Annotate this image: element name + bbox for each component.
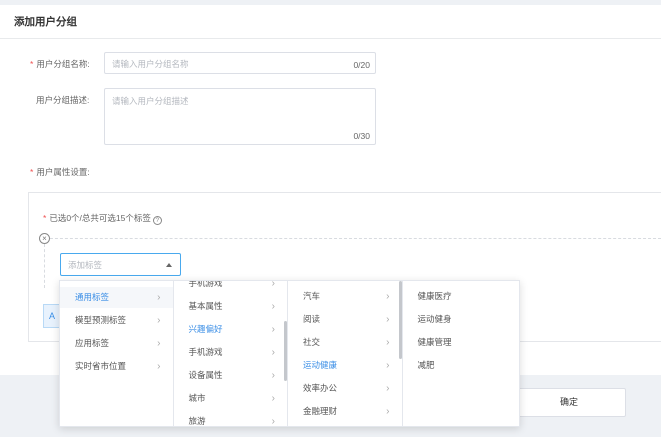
chevron-right-icon: › xyxy=(271,416,275,426)
chevron-right-icon: › xyxy=(157,361,161,372)
cascader-option-label: 城市 xyxy=(188,393,206,403)
page-title: 添加用户分组 xyxy=(14,16,77,28)
cascader-option-label: 设备属性 xyxy=(188,370,223,380)
user-attr-label: * 用户属性设置: xyxy=(30,167,90,177)
condition-connector xyxy=(44,244,45,288)
scrollbar[interactable] xyxy=(284,321,287,381)
caret-up-icon xyxy=(166,263,172,267)
title-divider xyxy=(0,38,661,39)
chevron-right-icon: › xyxy=(157,315,161,326)
add-tag-placeholder: 添加标签 xyxy=(68,260,103,270)
chevron-right-icon: › xyxy=(271,393,275,404)
cascader-option[interactable]: 效率办公 › xyxy=(288,378,402,399)
add-tag-select[interactable]: 添加标签 xyxy=(60,253,181,276)
cascader-option-label: 效率办公 xyxy=(303,383,338,393)
cascader-option[interactable]: 健康医疗 xyxy=(403,286,519,307)
cascader-option-label: 实时省市位置 xyxy=(75,361,127,371)
cascader-option[interactable]: 减肥 xyxy=(403,355,519,376)
cascader-option-label: 运动健身 xyxy=(417,314,452,324)
cascader-option-label: 减肥 xyxy=(417,360,435,370)
cascader-option[interactable]: 设备属性 › xyxy=(174,365,288,386)
group-desc-counter: 0/30 xyxy=(353,131,370,141)
group-name-placeholder: 请输入用户分组名称 xyxy=(112,59,189,69)
cascader-option[interactable]: 购物› xyxy=(288,424,402,426)
cascader-option[interactable]: 运动健身 xyxy=(403,309,519,330)
chevron-right-icon: › xyxy=(271,370,275,381)
chevron-right-icon: › xyxy=(386,314,390,325)
cascader-option-label: 社交 xyxy=(303,337,321,347)
cascader-option-label: 健康管理 xyxy=(417,337,452,347)
group-desc-textarea[interactable]: 请输入用户分组描述 0/30 xyxy=(104,88,376,145)
cascader-option[interactable]: 应用标签 › xyxy=(60,333,173,354)
cascader-option-label: 旅游 xyxy=(188,416,206,426)
cascader-option-label: 应用标签 xyxy=(75,338,110,348)
scrollbar[interactable] xyxy=(398,281,402,359)
chevron-right-icon: › xyxy=(386,360,390,371)
required-mark: * xyxy=(30,59,34,69)
cascader-option-label: 健康医疗 xyxy=(417,291,452,301)
cascader-column-4: 减肥 健康管理 运动健身 健康医疗 xyxy=(403,281,519,426)
chevron-right-icon: › xyxy=(386,424,389,426)
condition-divider xyxy=(40,238,661,239)
group-name-input[interactable]: 请输入用户分组名称 0/20 xyxy=(104,52,376,74)
cascader-option[interactable]: 金融理财 › xyxy=(288,401,402,422)
cascader-option[interactable]: 模型预测标签 › xyxy=(60,310,173,331)
cascader-column-1: 实时省市位置 › 应用标签 › 模型预测标签 › 通用标签 › xyxy=(60,281,174,426)
cascader-option[interactable]: 手机游戏 › xyxy=(174,342,288,363)
cascader-option[interactable]: 基本属性 › xyxy=(174,296,288,317)
cascader-option[interactable]: 手机游戏 › xyxy=(174,281,288,294)
cascader-option-label: 手机游戏 xyxy=(188,281,223,288)
cascader-option[interactable]: 健康管理 xyxy=(403,332,519,353)
chevron-right-icon: › xyxy=(157,292,161,303)
chevron-right-icon: › xyxy=(271,324,275,335)
cascader-option[interactable]: 汽车 › xyxy=(288,286,402,307)
cascader-option[interactable]: 阅读 › xyxy=(288,309,402,330)
chevron-right-icon: › xyxy=(271,281,275,289)
tag-count-hint: * 已选0个/总共可选15个标签? xyxy=(43,212,162,225)
cascader-option[interactable]: 实时省市位置 › xyxy=(60,356,173,377)
cascader-option[interactable]: 城市 › xyxy=(174,388,288,409)
help-icon[interactable]: ? xyxy=(152,216,162,225)
chevron-right-icon: › xyxy=(271,347,275,358)
cascader-option[interactable]: 旅游 › xyxy=(174,411,288,426)
required-mark: * xyxy=(30,167,34,177)
cascader-option[interactable]: 通用标签 › xyxy=(60,287,173,308)
chevron-right-icon: › xyxy=(157,338,161,349)
cascader-option-label: 基本属性 xyxy=(188,301,223,311)
cascader-option-label: 模型预测标签 xyxy=(75,315,127,325)
chevron-right-icon: › xyxy=(271,301,275,312)
cascader-option[interactable]: 运动健康 › xyxy=(288,355,402,376)
cascader-column-3: 购物› 金融理财 › 效率办公 › 运动健康 › 社交 › 阅读 › 汽车 › xyxy=(288,281,403,426)
chevron-right-icon: › xyxy=(386,406,390,417)
chevron-right-icon: › xyxy=(386,291,390,302)
chevron-right-icon: › xyxy=(386,337,390,348)
cascader-option-label: 手机游戏 xyxy=(188,347,223,357)
cascader-column-2: 旅游 › 城市 › 设备属性 › 手机游戏 › 兴趣偏好 › 基本属性 › 手机游戏 › xyxy=(174,281,288,426)
cascader-option-label: 汽车 xyxy=(303,291,321,301)
chevron-right-icon: › xyxy=(386,383,390,394)
cascader-option-label: 阅读 xyxy=(303,314,321,324)
cascader-option-label: 金融理财 xyxy=(303,406,338,416)
cascader-option[interactable]: 社交 › xyxy=(288,332,402,353)
cascader-option-label: 运动健康 xyxy=(303,360,338,370)
group-name-counter: 0/20 xyxy=(353,60,370,70)
group-name-label: * 用户分组名称: xyxy=(30,59,90,69)
group-desc-placeholder: 请输入用户分组描述 xyxy=(112,96,189,106)
cascader-option-label: 兴趣偏好 xyxy=(188,324,223,334)
cascader-option-label: 通用标签 xyxy=(75,292,110,302)
cascader-option[interactable]: 兴趣偏好 › xyxy=(174,319,288,340)
confirm-button[interactable]: 确定 xyxy=(512,388,626,417)
tag-cascader-dropdown: 实时省市位置 › 应用标签 › 模型预测标签 › 通用标签 › 旅游 › 城市 › 设备属性 › 手机游戏… xyxy=(59,280,520,427)
group-desc-label: 用户分组描述: xyxy=(36,95,90,105)
required-mark: * xyxy=(43,213,47,223)
remove-condition-icon[interactable]: × xyxy=(39,233,50,244)
